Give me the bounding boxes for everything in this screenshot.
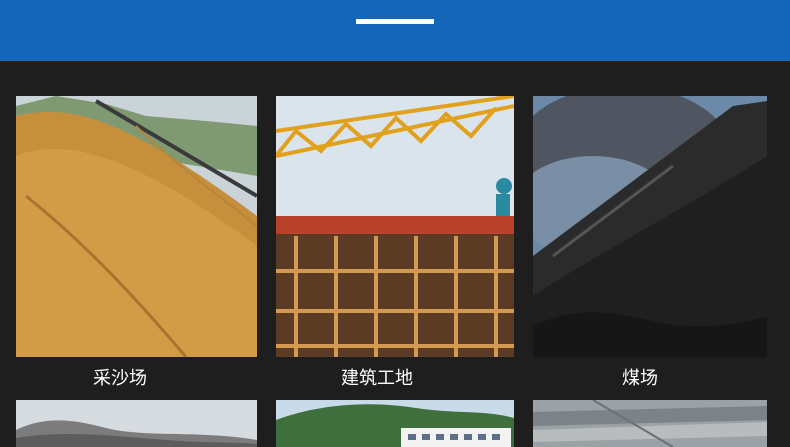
quarry-photo <box>533 400 767 447</box>
sand-pile-photo <box>16 96 257 357</box>
header-banner <box>0 0 790 61</box>
construction-site-photo <box>276 96 514 357</box>
caption-construction-site: 建筑工地 <box>341 368 413 389</box>
coal-yard-photo <box>533 96 767 357</box>
rock-pile-photo <box>16 400 257 447</box>
header-divider-line <box>356 19 434 24</box>
caption-coal-yard: 煤场 <box>622 368 658 389</box>
caption-sand-yard: 采沙场 <box>93 368 147 389</box>
hillside-building-photo <box>276 400 514 447</box>
